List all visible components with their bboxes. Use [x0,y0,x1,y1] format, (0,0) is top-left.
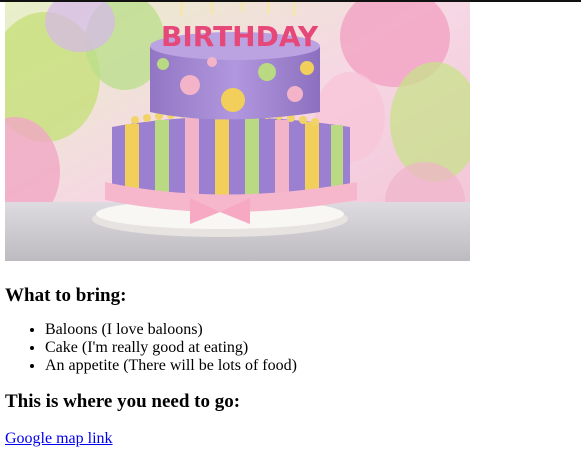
svg-text:BIRTHDAY: BIRTHDAY [161,20,319,53]
list-item: Baloons (I love baloons) [45,321,575,339]
page-content: BIRTHDAY What to bring: Baloons (I love … [5,2,575,448]
birthday-cake-image: BIRTHDAY [5,2,470,261]
google-map-link[interactable]: Google map link [5,430,113,447]
bring-list: Baloons (I love baloons) Cake (I'm reall… [5,321,575,375]
what-to-bring-heading: What to bring: [5,285,127,306]
list-item: An appetite (There will be lots of food) [45,357,575,375]
map-link-container: Google map link [5,430,575,448]
where-to-go-heading: This is where you need to go: [5,391,241,412]
list-item: Cake (I'm really good at eating) [45,339,575,357]
